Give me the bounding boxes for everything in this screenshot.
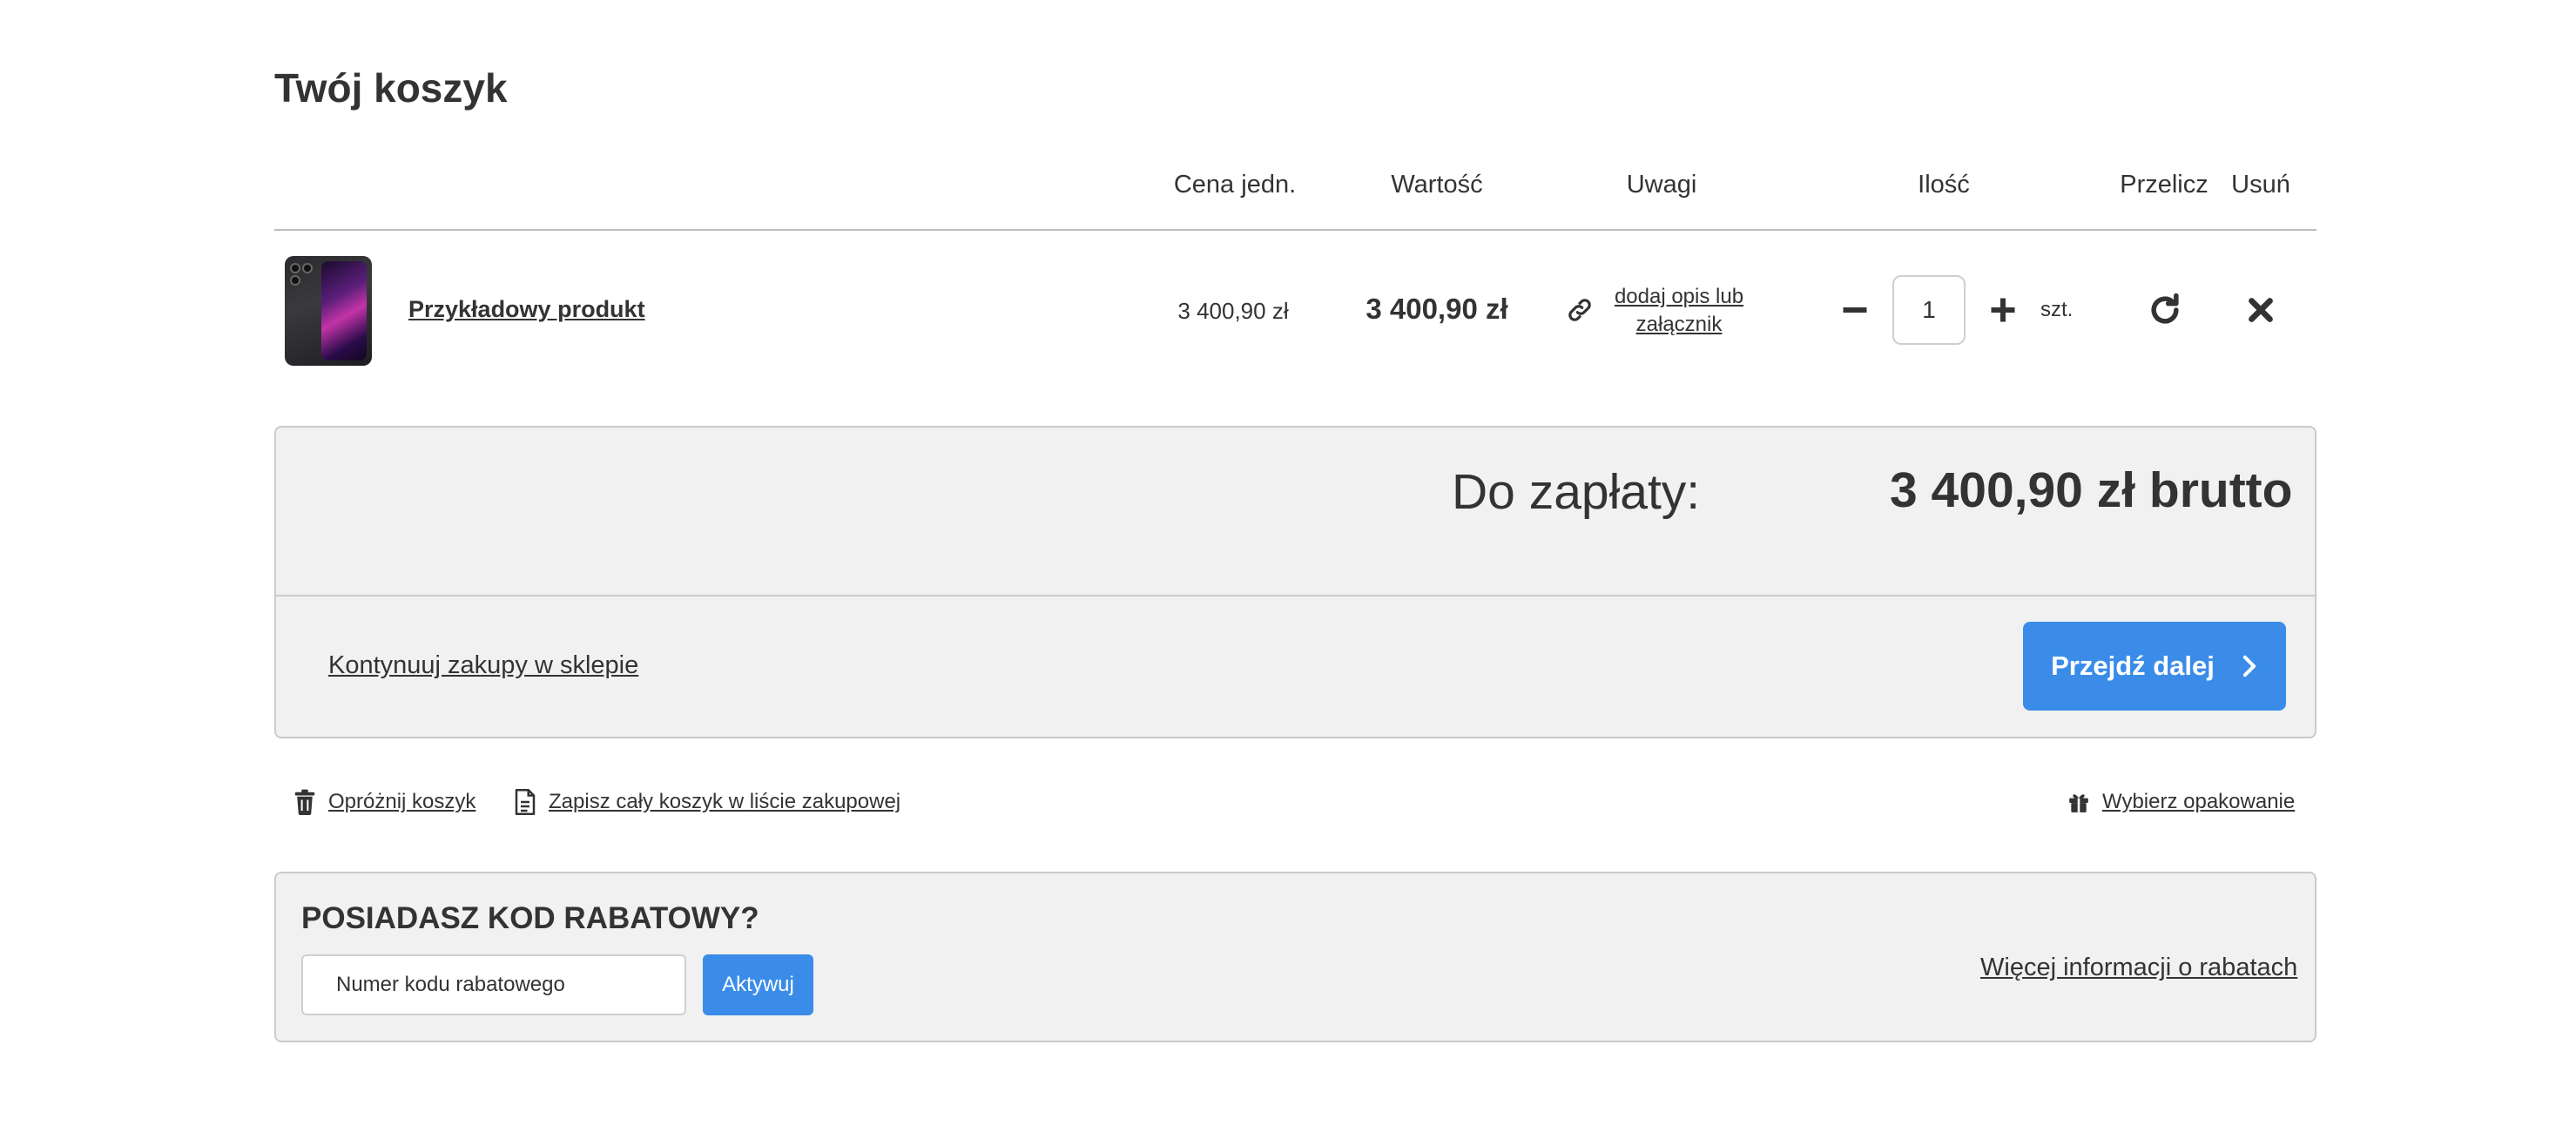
summary-divider	[276, 595, 2315, 596]
empty-cart-action[interactable]: Opróżnij koszyk	[293, 789, 475, 815]
proceed-button-label: Przejdź dalej	[2051, 650, 2215, 681]
close-icon[interactable]	[2245, 294, 2276, 326]
plus-icon[interactable]	[1987, 294, 2019, 326]
header-recalc: Przelicz	[2120, 171, 2208, 199]
quantity-input[interactable]	[1892, 275, 1966, 345]
continue-shopping-link[interactable]: Kontynuuj zakupy w sklepie	[328, 651, 638, 680]
amount-due-label: Do zapłaty:	[1452, 464, 1701, 520]
document-icon	[515, 789, 536, 815]
product-thumbnail[interactable]	[285, 256, 372, 366]
header-notes: Uwagi	[1626, 171, 1697, 199]
item-unit-price: 3 400,90 zł	[1177, 298, 1289, 324]
empty-cart-label: Opróżnij koszyk	[328, 790, 476, 813]
product-name-link[interactable]: Przykładowy produkt	[408, 296, 645, 323]
link-icon[interactable]	[1566, 296, 1594, 324]
save-list-action[interactable]: Zapisz cały koszyk w liście zakupowej	[514, 789, 900, 815]
quantity-unit: szt.	[2040, 298, 2074, 321]
header-quantity: Ilość	[1918, 171, 1970, 199]
choose-packaging-action[interactable]: Wybierz opakowanie	[2067, 789, 2295, 815]
choose-packaging-label: Wybierz opakowanie	[2102, 790, 2296, 813]
header-value: Wartość	[1391, 171, 1483, 199]
proceed-button[interactable]: Przejdź dalej	[2023, 622, 2286, 711]
chevron-right-icon	[2242, 655, 2256, 677]
gift-icon	[2069, 794, 2088, 812]
trash-icon	[294, 789, 315, 815]
activate-promo-button[interactable]: Aktywuj	[703, 954, 813, 1015]
item-value: 3 400,90 zł	[1366, 293, 1508, 325]
promo-title: POSIADASZ KOD RABATOWY?	[301, 901, 759, 935]
add-notes-link[interactable]: dodaj opis lub załącznik	[1601, 283, 1757, 339]
promo-info-link[interactable]: Więcej informacji o rabatach	[1980, 954, 2297, 982]
header-divider	[274, 229, 2316, 231]
promo-code-input[interactable]	[301, 954, 686, 1015]
amount-due-value: 3 400,90 zł brutto	[1890, 462, 2293, 518]
header-unit-price: Cena jedn.	[1173, 171, 1297, 199]
save-list-label: Zapisz cały koszyk w liście zakupowej	[549, 790, 901, 813]
page-title: Twój koszyk	[274, 65, 508, 111]
refresh-icon[interactable]	[2146, 291, 2184, 329]
header-remove: Usuń	[2231, 171, 2290, 199]
minus-icon[interactable]	[1839, 294, 1871, 326]
